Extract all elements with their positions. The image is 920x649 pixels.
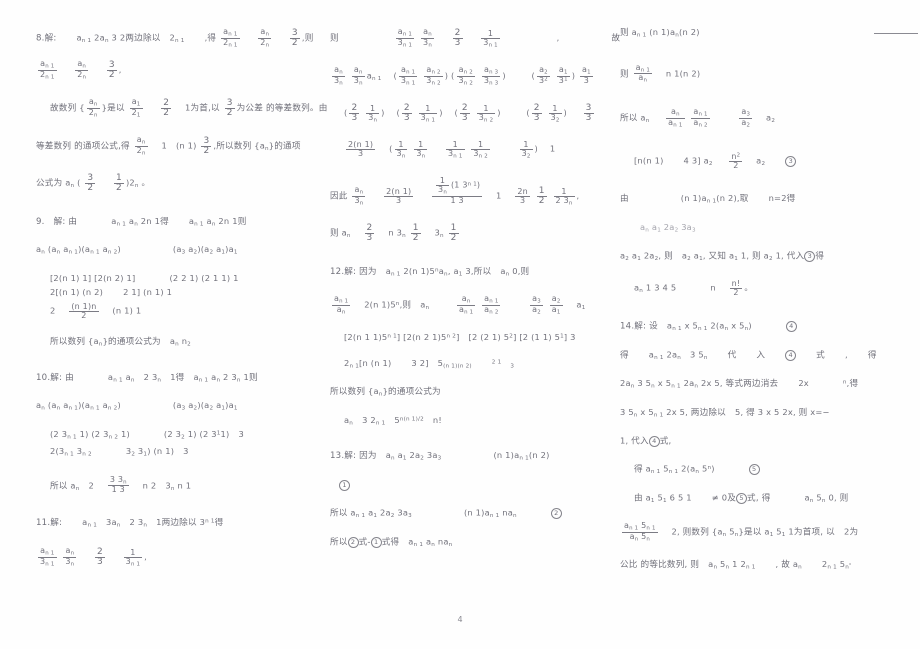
column-right: 则 an 1 (n 1)an(n 2) 则 an 1 an n 1(n 2) 所以… xyxy=(620,28,906,583)
problem-8-line-5: 公式为 an ( 32 1 2)2n 。 xyxy=(36,172,150,193)
right-line-4: [n(n 1) 4 3] a2 n2 2 a2 3 xyxy=(620,153,906,170)
problem-9-line-2: an (an an 1)(an 1 an 2) (a3 a2)(a2 a1)a1 xyxy=(36,244,238,256)
problem-14-line-2: 得 an 1 2an 3 5n 代入 4 式, 得 xyxy=(620,349,877,362)
problem-8-line-3: 故数列 {an 2n}是以 a1 21 22 1为首,以 3 2 为公差 的等差数列。由 xyxy=(50,96,328,119)
problem-12-line-1: 12.解: 因为 an 1 2(n 1)5nan, a1 3,所以 an 0,则 xyxy=(330,265,530,278)
problem-13-line-1: 13.解: 因为 an a1 2a2 3a3 (n 1)an 1(n 2) xyxy=(330,450,550,462)
mid-line-6: 则 an 23 n 3n 12 3n 12 xyxy=(330,222,459,243)
problem-11-line-1: 11.解: an 1 3an 2 3n 1两边除以 3n 1得 xyxy=(36,517,224,530)
problem-14-line-9: 公比 的等比数列, 则 an 5n 1 2n 1, 故 an 2n 1 5n。 xyxy=(620,559,855,571)
problem-14-line-7: 由 a1 51 6 5 1 ≠ 0及 5 式, 得 an 5n 0, 则 xyxy=(634,492,849,505)
right-line-2: 则 an 1 an n 1(n 2) xyxy=(620,62,701,84)
mid-line-5: 因此 an 3n 2(n 1) 3 1 3n (1 3n 1) 1 3 1 2n 3 12 … xyxy=(330,175,580,207)
problem-9-line-3: [2(n 1) 1] [2(n 2) 1] (2 2 1) (2 1 1) 1 xyxy=(50,272,239,283)
problem-13-tag-1: 1 xyxy=(330,479,616,491)
problem-11-line-2: an 1 3n 1 an 3n 23 1 3n 1, xyxy=(38,545,148,568)
problem-10-line-4: 2(3n 1 3n 2 32 31) (n 1) 3 xyxy=(50,446,189,458)
right-line-5: 由 (n 1)an 1(n 2),取 n=2得 xyxy=(620,193,796,205)
problem-12-line-2: an 1 an 2(n 1)5n,则 an an an 1 an 1 an 2 a3 a2… xyxy=(332,294,586,316)
problem-8-line-1: 8.解: an 1 2an 3 2两边除以 2n 1 ,得 an 1 2n 1 an 2n… xyxy=(36,27,314,49)
problem-10-line-3: (2 3n 1 1) (2 3n 2 1) (2 32 1) (2 311) 3 xyxy=(50,428,244,441)
problem-14-line-8: an 1 5n 1 an 5n 2, 则数列 {an 5n}是以 a1 51 1为… xyxy=(622,521,859,543)
column-left: 8.解: an 1 2an 3 2两边除以 2n 1 ,得 an 1 2n 1 an 2n… xyxy=(36,27,328,579)
problem-9-line-5: 2 (n 1)n 2 (n 1) 1 xyxy=(50,302,142,321)
page-number: 4 xyxy=(457,615,463,624)
problem-8-line-2: an 1 2n 1 an 2n 32, xyxy=(38,58,122,81)
problem-14-line-1: 14.解: 设 an 1 x 5n 1 2(an x 5n) 4 xyxy=(620,321,906,333)
mid-line-3: (2 3 1 3n) (2 3 1 3n 1) (2 3 1 3n 2) (2 3 1 32) … xyxy=(344,102,594,124)
problem-12-line-4: 2n 1[n (n 1) 3 2] 5(n 1)(n 2)2 13 xyxy=(344,357,515,370)
right-line-6: a2 a1 2a2, 则 a2 a1, 又知 a1 1, 则 a2 1, 代入 3 得 xyxy=(620,250,825,263)
problem-13-line-2: 所以 an 1 a1 2a2 3a3 (n 1)an 1 nan 2 xyxy=(330,507,616,520)
problem-10-line-5: 所以 an 2 3 3n 1 3 n 2 3n n 1 xyxy=(50,474,192,495)
problem-14-line-5: 1, 代入 4 式, xyxy=(620,435,672,448)
problem-10-line-2: an (an an 1)(an 1 an 2) (a3 a2)(a2 a1)a1 xyxy=(36,400,238,412)
problem-9-line-4: 2[(n 1) (n 2) 2 1] (n 1) 1 xyxy=(50,287,173,298)
problem-13-line-3: 所以 2 式- 1 式得 an 1 an nan xyxy=(330,536,453,548)
mid-line-4: 2(n 1) 3 (1 3n 1 3n 1 3n 1 1 3n 2 1 32) 1 xyxy=(346,139,556,160)
mid-line-1: 则 an 1 3n 1 an 3n 23 1 3n 1 ,故 xyxy=(330,27,621,49)
problem-9-line-1: 9. 解: 由 an 1 an 2n 1得 an 1 an 2n 1则 xyxy=(36,215,247,228)
right-line-3: 所以 an an an 1 an 1 an 2 a3 a2 a2 xyxy=(620,107,776,129)
problem-12-line-5: 所以数列 {an}的通项公式为 xyxy=(330,386,441,398)
problem-8-line-4: 等差数列 的通项公式,得 an 2n 1 (n 1) 3 2 ,所以数列 {an}的通项 xyxy=(36,134,301,157)
column-middle: 则 an 1 3n 1 an 3n 23 1 3n 1 ,故 an 3n an 3n an … xyxy=(330,27,621,560)
problem-9-line-6: 所以数列 {an}的通项公式为 an n2 xyxy=(50,336,191,348)
problem-10-line-1: 10.解: 由 an 1 an 2 3n 1得 an 1 an 2 3n 1则 xyxy=(36,371,258,384)
scanned-page: 8.解: an 1 2an 3 2两边除以 2n 1 ,得 an 1 2n 1 an 2n… xyxy=(0,0,920,649)
mid-line-2: an 3n an 3n an 1 (an 1 3n 1 an 2 3n 2) (an 23… xyxy=(332,64,593,87)
right-line-5-sub: an a1 2a2 3a3 xyxy=(640,221,696,234)
problem-14-line-6: 得 an 1 5n 1 2(an 5n) 5 xyxy=(620,464,906,476)
problem-12-line-3: [2(n 1 1)5n 1] [2(n 2 1)5n 2] [2 (2 1) 52… xyxy=(344,332,576,343)
problem-12-line-6: an 3 2n 1 5n(n 1)/2 n! xyxy=(344,414,442,427)
problem-14-line-4: 3 5n x 5n 1 2x 5, 两边除以 5, 得 3 x 5 2x, 则 x… xyxy=(620,406,830,419)
problem-14-line-3: 2an 3 5n x 5n 1 2an 2x 5, 等式两边消去 2x n,得 xyxy=(620,378,859,390)
right-line-7: an 1 3 4 5n n! 2。 xyxy=(634,279,753,298)
right-line-1: 则 an 1 (n 1)an(n 2) xyxy=(620,27,700,39)
